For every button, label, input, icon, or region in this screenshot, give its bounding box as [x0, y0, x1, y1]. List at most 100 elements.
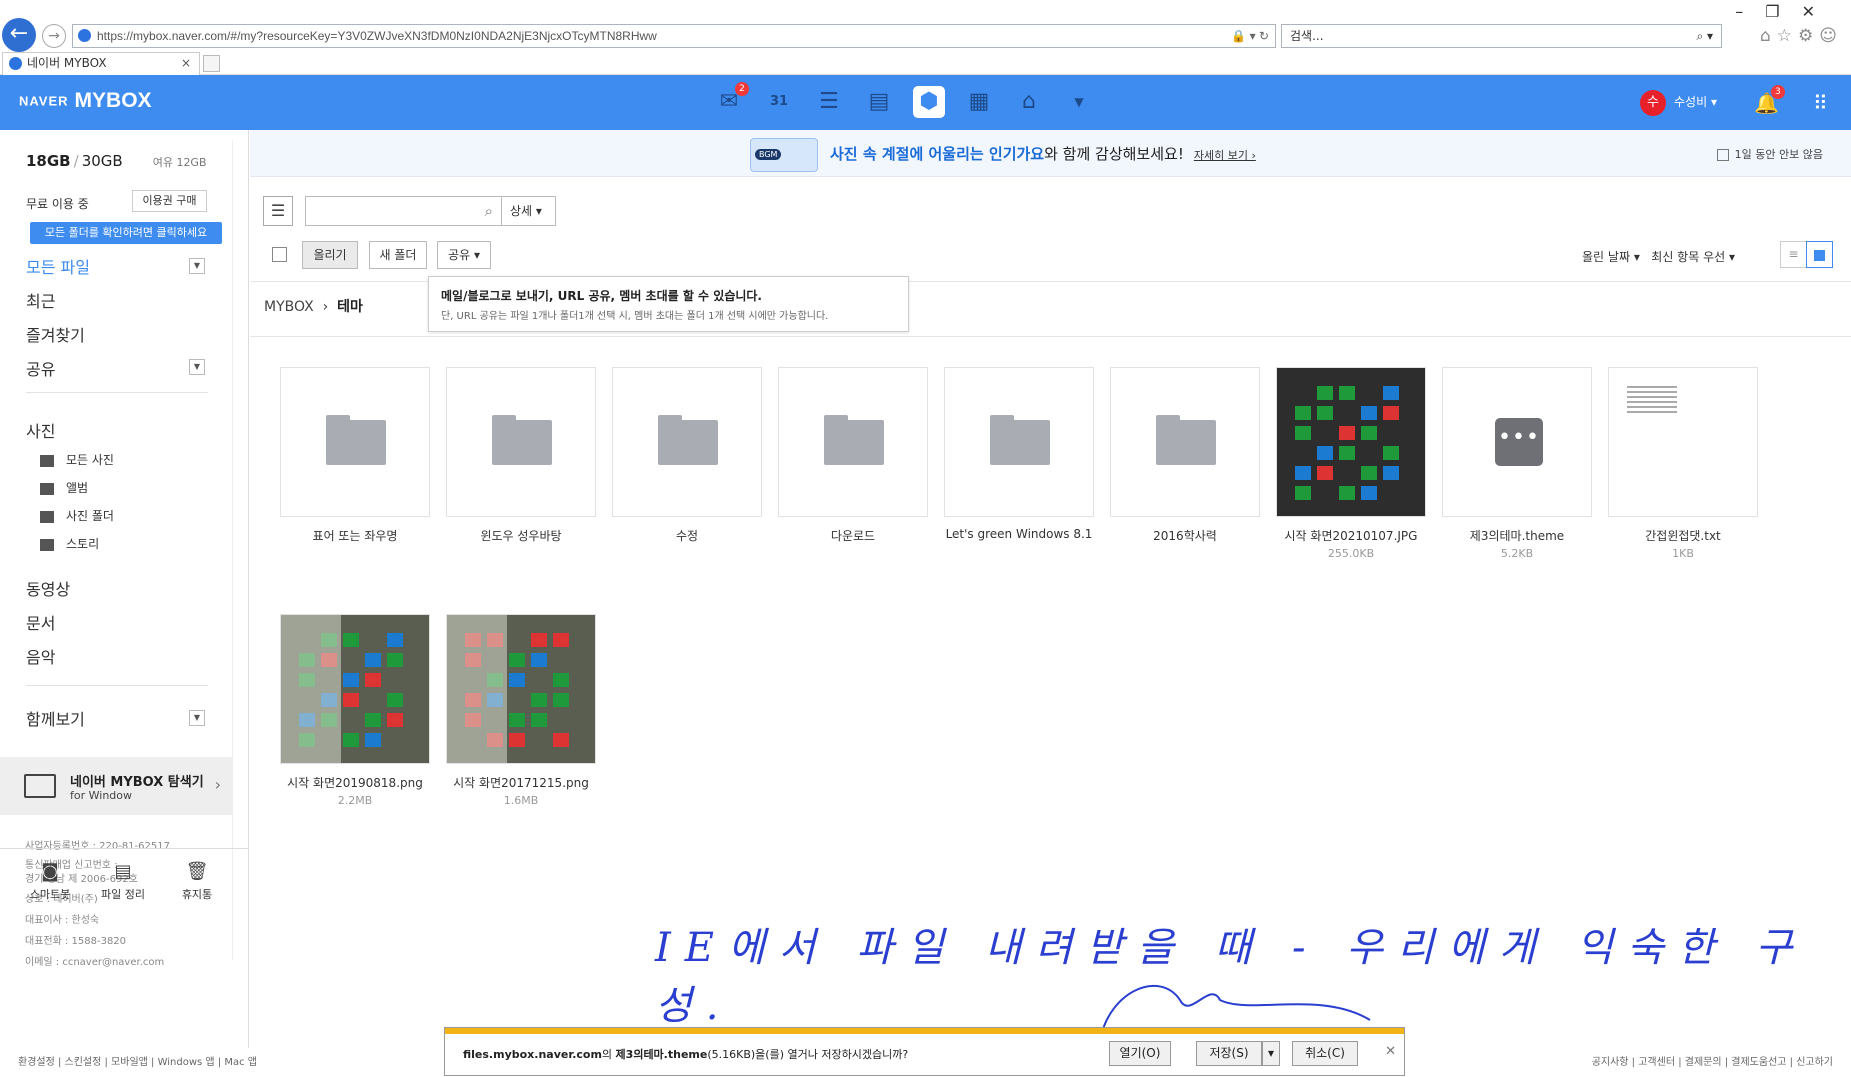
detail-search-dropdown[interactable]: 상세 ▾: [502, 196, 556, 226]
file-card[interactable]: [944, 367, 1094, 517]
nav-recent[interactable]: 최근: [26, 288, 55, 312]
nav-share[interactable]: 공유: [26, 356, 55, 380]
breadcrumb-root[interactable]: MYBOX: [264, 299, 314, 315]
save-button[interactable]: 저장(S): [1196, 1041, 1262, 1066]
nav-photo[interactable]: 사진: [26, 418, 55, 442]
save-options-chevron-icon[interactable]: ▾: [1262, 1041, 1280, 1066]
sort-controls[interactable]: 올린 날짜 ▾ 최신 항목 우선 ▾: [1582, 248, 1735, 265]
new-tab-button[interactable]: [203, 55, 220, 72]
image-thumbnail: [447, 615, 595, 763]
tab-close-icon[interactable]: ×: [181, 53, 191, 74]
file-name[interactable]: 시작 화면20171215.png: [426, 774, 616, 791]
footer-links[interactable]: 환경설정 | 스킨설정 | 모바일앱 | Windows 앱 | Mac 앱: [18, 1053, 257, 1068]
nav-photo-album-label: 앨범: [66, 481, 89, 495]
file-card[interactable]: •••: [1442, 367, 1592, 517]
home-service-icon[interactable]: ⌂: [1013, 86, 1045, 118]
browser-search-input[interactable]: 검색... ⌕ ▾: [1281, 24, 1722, 48]
window-controls[interactable]: –❐✕: [1735, 2, 1837, 21]
nav-photo-album[interactable]: 앨범: [40, 479, 88, 496]
list-service-icon[interactable]: ☰: [813, 86, 845, 118]
browser-tab[interactable]: 네이버 MYBOX ×: [2, 52, 200, 75]
search-placeholder: 검색...: [1290, 29, 1324, 43]
nav-music[interactable]: 음악: [26, 644, 55, 668]
file-card[interactable]: [1276, 367, 1426, 517]
chevron-down-icon[interactable]: ▼: [189, 710, 205, 726]
mybox-explorer-promo[interactable]: 네이버 MYBOX 탐색기 for Window ›: [0, 757, 233, 815]
file-card[interactable]: [446, 367, 596, 517]
nav-together[interactable]: 함께보기: [26, 706, 85, 730]
promo-banner[interactable]: BGM 사진 속 계절에 어울리는 인기가요와 함께 감상해보세요! 자세히 보기…: [250, 130, 1851, 177]
user-menu[interactable]: 수 수성비 ▾: [1640, 89, 1717, 116]
open-button[interactable]: 열기(O): [1109, 1041, 1171, 1066]
file-search-input[interactable]: ⌕: [305, 196, 502, 226]
mail-service-icon[interactable]: ✉ 2: [713, 82, 749, 118]
calendar-service-icon[interactable]: 31: [763, 86, 795, 118]
file-name[interactable]: 간접윈접댓.txt: [1588, 527, 1778, 544]
hamburger-menu-icon[interactable]: ☰: [263, 196, 293, 226]
forward-button[interactable]: →: [42, 24, 66, 48]
download-rest: (5.16KB)을(를) 열거나 저장하시겠습니까?: [707, 1048, 909, 1061]
office-service-icon[interactable]: ▦: [963, 86, 995, 118]
sort-order-label[interactable]: 최신 항목 우선: [1651, 250, 1725, 264]
cancel-button[interactable]: 취소(C): [1292, 1041, 1358, 1066]
file-name[interactable]: 시작 화면20210107.JPG: [1256, 527, 1446, 544]
avatar: 수: [1640, 89, 1666, 116]
address-bar[interactable]: https://mybox.naver.com/#/my?resourceKey…: [72, 24, 1276, 48]
select-all-checkbox[interactable]: [272, 247, 287, 262]
file-cleanup-button[interactable]: ▤ 파일 정리: [93, 861, 153, 902]
file-size: 1KB: [1672, 547, 1694, 560]
file-card[interactable]: [280, 614, 430, 764]
nav-video[interactable]: 동영상: [26, 576, 70, 600]
nav-document[interactable]: 문서: [26, 610, 55, 634]
search-icon[interactable]: ⌕ ▾: [1696, 25, 1713, 47]
hide-oneday-checkbox[interactable]: 1일 동안 안보 않음: [1716, 146, 1823, 162]
more-services-icon[interactable]: ▼: [1063, 86, 1095, 118]
bell-icon[interactable]: 🔔 3: [1754, 85, 1785, 115]
file-name[interactable]: 시작 화면20190818.png: [260, 774, 450, 791]
logo[interactable]: NAVER MYBOX: [19, 89, 152, 113]
nav-photo-all[interactable]: 모든 사진: [40, 451, 114, 468]
list-view-icon[interactable]: ≡: [1780, 241, 1807, 268]
nav-photo-story[interactable]: 스토리: [40, 535, 99, 552]
sort-date-label[interactable]: 올린 날짜: [1582, 250, 1630, 264]
footer-right-links[interactable]: 공지사항 | 고객센터 | 결제문의 | 결제도움선고 | 신고하기: [1592, 1053, 1833, 1068]
file-name[interactable]: 수정: [592, 527, 782, 544]
buy-plan-button[interactable]: 이용권 구매: [132, 190, 207, 212]
nav-photo-folder[interactable]: 사진 폴더: [40, 507, 114, 524]
browser-home-star-gear-icons[interactable]: ⌂☆⚙☺: [1760, 26, 1843, 46]
new-folder-button[interactable]: 새 폴더: [369, 241, 427, 269]
file-card[interactable]: [612, 367, 762, 517]
file-card[interactable]: [446, 614, 596, 764]
file-name[interactable]: 2016학사력: [1090, 527, 1280, 544]
trash-button[interactable]: 🗑 휴지통: [167, 861, 227, 902]
file-card[interactable]: [280, 367, 430, 517]
nav-all-files[interactable]: 모든 파일: [26, 254, 90, 278]
apps-grid-icon[interactable]: ⠿: [1813, 91, 1828, 115]
folder-tip-tooltip[interactable]: 모든 폴더를 확인하려면 클릭하세요: [30, 222, 222, 244]
close-icon[interactable]: ✕: [1385, 1044, 1396, 1059]
back-button[interactable]: ←: [2, 18, 36, 52]
search-icon[interactable]: ⌕: [485, 202, 493, 220]
address-tools-icon[interactable]: 🔒 ▾ ↻: [1231, 25, 1269, 47]
chevron-down-icon[interactable]: ▼: [189, 359, 205, 375]
corp-info: 대표전화 : 1588-3820: [25, 936, 127, 947]
file-card[interactable]: [1110, 367, 1260, 517]
grid-view-icon[interactable]: [1806, 241, 1833, 268]
nav-favorites[interactable]: 즐겨찾기: [26, 322, 85, 346]
mybox-service-icon[interactable]: ⬢: [913, 86, 945, 118]
contacts-service-icon[interactable]: ▤: [863, 86, 895, 118]
file-name[interactable]: Let's green Windows 8.1: [924, 527, 1114, 541]
smartbot-button[interactable]: ◙ 스마트봇: [20, 861, 80, 902]
file-name[interactable]: 표어 또는 좌우명: [260, 527, 450, 544]
file-card[interactable]: [1608, 367, 1758, 517]
upload-button[interactable]: 올리기: [302, 241, 358, 269]
file-name[interactable]: 윈도우 성우바탕: [426, 527, 616, 544]
sidebar-scrollbar[interactable]: [232, 140, 248, 960]
banner-more-link[interactable]: 자세히 보기 ›: [1194, 149, 1256, 162]
file-name[interactable]: 제3의테마.theme: [1422, 527, 1612, 544]
chevron-down-icon[interactable]: ▼: [189, 258, 205, 274]
file-card[interactable]: [778, 367, 928, 517]
share-button[interactable]: 공유 ▾: [437, 241, 491, 269]
file-cleanup-label: 파일 정리: [101, 888, 145, 901]
file-name[interactable]: 다운로드: [758, 527, 948, 544]
